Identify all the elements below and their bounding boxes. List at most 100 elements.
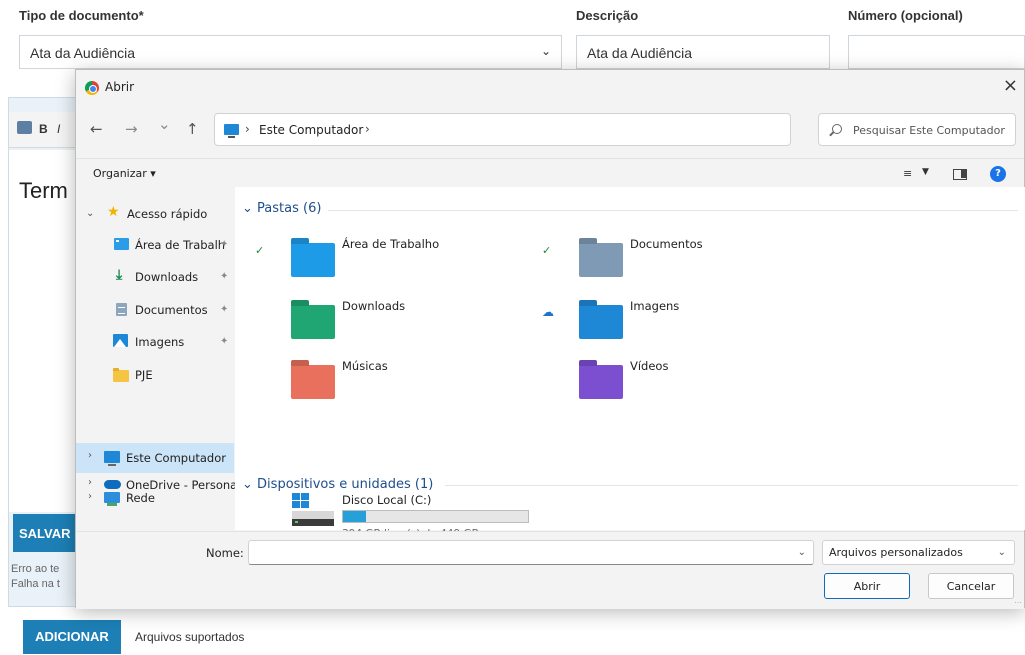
sidebar-item-images[interactable]: Imagens ✦ [76,328,234,356]
open-button[interactable]: Abrir [824,573,910,599]
bold-button[interactable]: B [39,122,48,136]
drive-tile-c[interactable]: Disco Local (C:) 394 GB livre(s) de 449 … [235,290,555,540]
print-icon[interactable] [17,121,32,134]
file-type-select[interactable]: Arquivos personalizados ⌄ [822,540,1015,565]
sidebar-item-quick-access[interactable]: ⌄ ★ Acesso rápido [76,200,234,228]
search-input[interactable] [851,120,1011,140]
numero-input[interactable] [848,35,1025,69]
file-type-value: Arquivos personalizados [829,546,963,559]
arquivos-suportados-link[interactable]: Arquivos suportados [135,630,244,644]
chevron-down-icon[interactable]: ⌄ [798,547,806,558]
chevron-down-icon: ⌄ [997,547,1006,558]
sidebar-item-pje[interactable]: PJE [76,361,234,389]
chevron-down-icon: ⌄ [242,477,253,492]
chevron-down-icon: ⌄ [242,201,253,216]
tipo-label: Tipo de documento* [19,8,144,23]
cancel-button[interactable]: Cancelar [928,573,1014,599]
navigation-bar: ← → ⌄ ↑ › Este Computador › ⌄ ↻ [76,112,1024,148]
numero-label: Número (opcional) [848,8,963,23]
folder-tile-label: Músicas [342,359,388,373]
sidebar-item-label: Acesso rápido [127,207,208,221]
sidebar-item-label: Imagens [135,335,185,349]
group-divider [328,210,1018,211]
breadcrumb-location[interactable]: Este Computador [259,123,363,137]
preview-pane-icon[interactable] [953,169,967,180]
back-arrow-icon[interactable]: ← [90,120,103,138]
search-box[interactable] [818,113,1016,146]
desktop-icon [114,238,129,250]
adicionar-button[interactable]: ADICIONAR [23,620,121,654]
folder-tile-music[interactable]: Músicas [291,359,541,399]
resize-grip-icon[interactable]: ⋯ [1014,598,1022,607]
chevron-down-icon: ⌄ [540,44,551,58]
sync-check-icon: ✓ [255,244,265,257]
descricao-label: Descrição [576,8,639,23]
sync-check-icon: ✓ [542,244,552,257]
sidebar-item-documents[interactable]: Documentos ✦ [76,296,234,324]
organize-menu[interactable]: Organizar ▾ [93,167,156,180]
folder-tile-desktop[interactable]: Área de Trabalho [291,237,541,277]
pin-icon: ✦ [220,239,229,250]
folder-tile-label: Documentos [630,237,703,251]
address-bar[interactable]: › Este Computador › ⌄ ↻ [214,113,924,146]
folder-icon [113,368,129,382]
chevron-down-icon[interactable]: ⌄ [86,208,94,219]
dialog-titlebar: Abrir × [76,70,1024,106]
pin-icon: ✦ [220,304,229,315]
folders-group-label: Pastas (6) [257,201,322,216]
filename-field[interactable]: ⌄ [248,540,814,565]
document-icon [116,303,127,316]
videos-folder-icon [579,365,623,399]
command-bar: Organizar ▾ ≡ ▼ ? [76,158,1024,186]
sidebar-item-this-pc[interactable]: › Este Computador [76,443,234,473]
pin-icon: ✦ [220,271,229,282]
breadcrumb-chevron[interactable]: › [365,122,370,136]
folders-group-header[interactable]: ⌄ Pastas (6) [242,201,321,216]
images-folder-icon [579,305,623,339]
sidebar-item-label: Área de Trabalh [135,238,226,252]
desktop-folder-icon [291,243,335,277]
recent-locations-icon[interactable]: ⌄ [158,115,171,133]
sidebar-item-label: Este Computador [126,451,226,465]
name-label: Nome: [206,546,244,560]
view-options-icon[interactable]: ≡ [903,167,912,180]
documents-folder-icon [579,243,623,277]
chevron-right-icon[interactable]: › [88,450,92,461]
help-icon[interactable]: ? [990,166,1006,182]
computer-icon [224,124,239,138]
folder-tile-videos[interactable]: Vídeos [579,359,829,399]
folder-tile-label: Vídeos [630,359,669,373]
drive-name: Disco Local (C:) [342,493,432,507]
pin-icon: ✦ [220,336,229,347]
breadcrumb-separator: › [245,122,250,136]
chevron-down-icon[interactable]: ▼ [922,167,929,177]
close-icon[interactable]: × [1003,75,1018,96]
tipo-value: Ata da Audiência [30,45,136,61]
computer-icon [104,451,120,466]
sidebar-item-label: PJE [135,368,153,382]
folder-tile-label: Imagens [630,299,680,313]
italic-button[interactable]: I [57,122,60,136]
devices-group-header[interactable]: ⌄ Dispositivos e unidades (1) [242,477,433,492]
sidebar-item-network[interactable]: › Rede [76,484,234,512]
download-icon: ⤓ [116,267,123,283]
navigation-pane: ⌄ ★ Acesso rápido Área de Trabalh ✦ ⤓ Do… [76,187,240,530]
folder-tile-label: Área de Trabalho [342,237,440,251]
drive-usage-bar [342,510,529,523]
forward-arrow-icon[interactable]: → [125,120,138,138]
up-arrow-icon[interactable]: ↑ [186,120,199,138]
sidebar-item-desktop[interactable]: Área de Trabalh ✦ [76,231,234,259]
sidebar-item-label: Downloads [135,270,199,284]
hard-drive-icon [292,493,334,526]
sidebar-item-label: Rede [126,491,155,505]
descricao-input[interactable]: Ata da Audiência [576,35,830,69]
filename-input[interactable] [249,541,789,563]
folder-tile-documents[interactable]: Documentos [579,237,829,277]
chrome-icon [85,81,99,95]
music-folder-icon [291,365,335,399]
chevron-right-icon[interactable]: › [88,491,92,502]
folder-tile-images[interactable]: Imagens [579,299,829,339]
tipo-select[interactable]: Ata da Audiência ⌄ [19,35,562,69]
sidebar-item-downloads[interactable]: ⤓ Downloads ✦ [76,263,234,291]
editor-heading: Term [19,178,68,203]
